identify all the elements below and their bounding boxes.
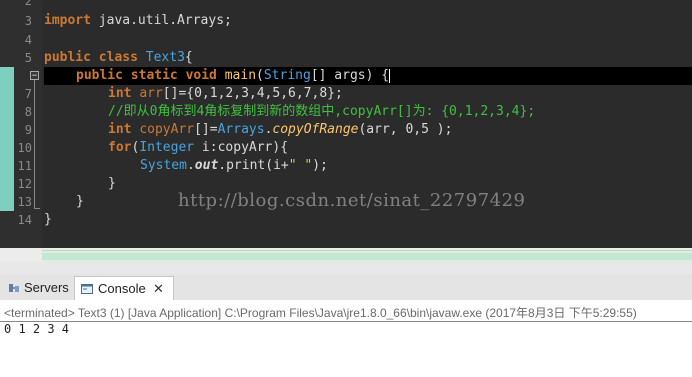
line-number: 10 xyxy=(17,141,32,155)
gutter-line: 5 xyxy=(0,49,42,67)
gutter-line: 2 xyxy=(0,0,42,10)
keyword: public xyxy=(44,50,91,65)
console-output[interactable]: 0 1 2 3 4 xyxy=(4,322,69,336)
line-number: 11 xyxy=(17,159,32,173)
change-marker xyxy=(0,193,14,211)
keyword: class xyxy=(98,50,138,65)
line-number: 13 xyxy=(17,195,32,209)
view-tab-bar: Servers Console ✕ xyxy=(0,274,692,301)
brace: { xyxy=(184,50,193,65)
line-number: 4 xyxy=(24,33,32,47)
gutter-line: 7 xyxy=(0,85,42,103)
method-name: main xyxy=(224,68,257,83)
keyword: for xyxy=(108,140,132,155)
keyword: public static void xyxy=(76,68,217,83)
change-marker xyxy=(0,121,14,139)
paren: ( xyxy=(256,68,264,83)
string-literal: " " xyxy=(288,158,313,173)
code-line-close-main: } xyxy=(76,194,84,209)
variable: arr xyxy=(139,86,163,101)
divider xyxy=(0,321,692,322)
call: .print(i+ xyxy=(218,158,289,173)
gutter-line: 11 xyxy=(0,157,42,175)
console-panel[interactable]: <terminated> Text3 (1) [Java Application… xyxy=(0,300,692,377)
change-marker xyxy=(0,103,14,121)
fold-guide-end xyxy=(34,208,40,209)
type-name: String xyxy=(263,68,311,83)
params: [] args) { xyxy=(310,68,390,83)
gutter-line: 14 xyxy=(0,211,42,229)
change-marker xyxy=(0,175,14,193)
keyword: int xyxy=(108,122,132,137)
panel-divider xyxy=(0,262,692,274)
gutter-line: 9 xyxy=(0,121,42,139)
code-line-copy: int copyArr[]=Arrays.copyOfRange(arr, 0,… xyxy=(108,121,452,139)
line-number: 9 xyxy=(24,123,32,137)
keyword: int xyxy=(108,86,132,101)
class-name: Text3 xyxy=(145,50,185,65)
initializer: []={0,1,2,3,4,5,6,7,8}; xyxy=(162,86,343,101)
loop-header: i:copyArr){ xyxy=(194,140,289,155)
code-line-main: public static void main(String[] args) { xyxy=(76,67,391,85)
variable: copyArr xyxy=(139,122,195,137)
tab-label: Console xyxy=(98,281,146,296)
watermark: http://blog.csdn.net/sinat_22797429 xyxy=(178,190,526,211)
code-line-comment: //即从0角标到4角标复制到新的数组中,copyArr[]为: {0,1,2,3… xyxy=(108,104,536,119)
gutter-line: 3 xyxy=(0,12,42,30)
servers-icon xyxy=(9,284,19,292)
tab-servers[interactable]: Servers xyxy=(6,276,72,300)
code-editor[interactable]: 2 3 4 5 − 7 8 9 10 11 12 13 14 import ja… xyxy=(0,0,692,248)
code-line-close-class: } xyxy=(44,212,52,227)
gutter-line: 8 xyxy=(0,103,42,121)
keyword: import xyxy=(44,13,91,28)
tab-console[interactable]: Console ✕ xyxy=(74,276,174,301)
fold-guide xyxy=(34,80,35,208)
code-line-for: for(Integer i:copyArr){ xyxy=(108,139,288,157)
gutter-line: 12 xyxy=(0,175,42,193)
text-cursor xyxy=(389,68,391,83)
change-marker xyxy=(0,85,14,103)
line-number: 5 xyxy=(24,51,32,65)
gutter-line: 4 xyxy=(0,31,42,49)
scrollbar-thumb[interactable] xyxy=(42,253,692,260)
type-name: Integer xyxy=(139,140,195,155)
method-name: copyOfRange xyxy=(272,122,359,137)
line-number: 14 xyxy=(17,213,32,227)
code-line-print: System.out.print(i+" "); xyxy=(140,157,328,175)
code-line-import: import java.util.Arrays; xyxy=(44,12,232,30)
code-line-class: public class Text3{ xyxy=(44,49,193,67)
args: (arr, 0,5 ); xyxy=(358,122,453,137)
console-status: <terminated> Text3 (1) [Java Application… xyxy=(4,306,637,320)
type-name: System xyxy=(140,158,187,173)
import-path: java.util.Arrays; xyxy=(90,13,232,28)
line-number: 3 xyxy=(24,14,32,28)
line-number: 2 xyxy=(24,0,32,8)
line-number: 12 xyxy=(17,177,32,191)
code-line-arr: int arr[]={0,1,2,3,4,5,6,7,8}; xyxy=(108,85,343,103)
gutter-line: − xyxy=(0,67,42,85)
change-marker xyxy=(0,139,14,157)
field-name: out xyxy=(194,158,219,173)
editor-gutter: 2 3 4 5 − 7 8 9 10 11 12 13 14 xyxy=(0,0,42,248)
change-marker xyxy=(0,67,14,85)
dot: . xyxy=(186,158,195,173)
call-end: ); xyxy=(312,158,328,173)
console-icon xyxy=(81,284,93,294)
line-number: 7 xyxy=(24,87,32,101)
close-icon[interactable]: ✕ xyxy=(153,277,164,301)
code-line-close-for: } xyxy=(108,176,116,191)
gutter-line: 10 xyxy=(0,139,42,157)
operator: []= xyxy=(194,122,218,137)
change-marker xyxy=(0,157,14,175)
tab-label: Servers xyxy=(24,280,69,295)
type-name: Arrays xyxy=(217,122,265,137)
line-number: 8 xyxy=(24,105,32,119)
fold-collapse-icon[interactable]: − xyxy=(30,71,39,81)
